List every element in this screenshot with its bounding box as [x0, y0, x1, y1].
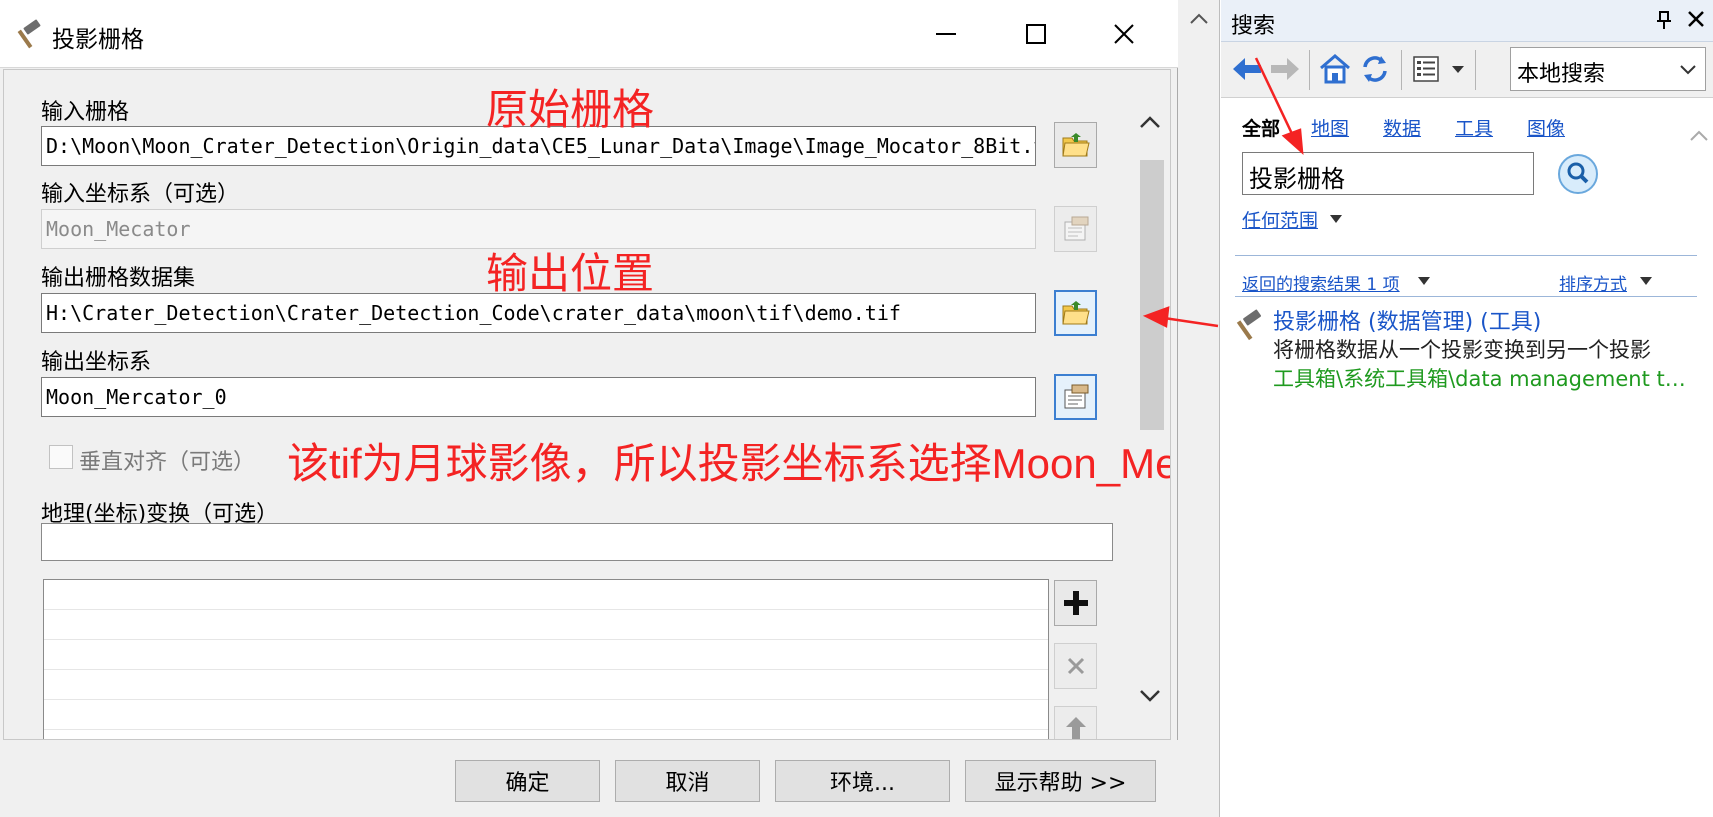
move-up-button: [1054, 706, 1097, 739]
search-icon[interactable]: [1556, 152, 1600, 196]
project-raster-dialog: 投影栅格 输入栅格 D:\Moon\Moon_Crater_Detection\…: [0, 0, 1178, 817]
toolbar-separator: [1309, 50, 1310, 90]
show-help-button[interactable]: 显示帮助 >>: [965, 760, 1156, 802]
output-raster-label: 输出栅格数据集: [41, 266, 196, 291]
chevron-up-icon[interactable]: [1188, 10, 1210, 28]
filter-tab-images[interactable]: 图像: [1527, 114, 1565, 141]
open-folder-icon: [1061, 133, 1090, 157]
filter-tab-tools[interactable]: 工具: [1455, 114, 1493, 141]
geo-transform-input[interactable]: [41, 523, 1113, 561]
search-titlebar: 搜索: [1221, 0, 1713, 42]
pin-icon[interactable]: [1654, 10, 1674, 30]
add-transform-button[interactable]: [1054, 580, 1097, 626]
annotation-output-location: 输出位置: [486, 250, 655, 297]
environments-button[interactable]: 环境...: [775, 760, 950, 802]
search-scope-value: 本地搜索: [1517, 62, 1606, 87]
chevron-up-icon[interactable]: [1688, 120, 1710, 150]
search-title: 搜索: [1231, 14, 1276, 39]
dialog-scrollbar[interactable]: [1134, 92, 1164, 732]
dialog-title: 投影栅格: [52, 27, 144, 53]
chevron-down-icon[interactable]: [1138, 686, 1162, 706]
dropdown-arrow-icon[interactable]: [1451, 64, 1465, 74]
divider: [1235, 296, 1697, 297]
remove-transform-button: [1054, 643, 1097, 689]
chevron-up-icon[interactable]: [1138, 112, 1162, 132]
chevron-down-icon: [1680, 65, 1696, 75]
search-scope-select[interactable]: 本地搜索: [1510, 47, 1706, 91]
result-description: 将栅格数据从一个投影变换到另一个投影: [1273, 338, 1651, 362]
browse-output-raster-button[interactable]: [1054, 290, 1097, 336]
extent-link[interactable]: 任何范围: [1242, 206, 1318, 233]
scrollbar-thumb[interactable]: [1140, 160, 1164, 430]
spatial-reference-icon: [1064, 216, 1088, 241]
geo-transform-list[interactable]: [43, 579, 1049, 739]
spatial-reference-icon: [1064, 384, 1088, 409]
dialog-parameters-panel: 输入栅格 D:\Moon\Moon_Crater_Detection\Origi…: [3, 69, 1171, 740]
close-button[interactable]: [1098, 14, 1150, 54]
vertical-label: 垂直对齐（可选）: [79, 450, 256, 475]
dialog-titlebar: 投影栅格: [0, 0, 1178, 68]
list-item: [44, 640, 1048, 670]
ok-button[interactable]: 确定: [455, 760, 600, 802]
input-cs-properties-button: [1054, 206, 1097, 252]
list-item: [44, 580, 1048, 610]
search-pane: 搜索 本地搜索 全部 地图 数据 工具 图像 投影栅格 任何范围 返回的搜索结果…: [1221, 0, 1713, 817]
results-count[interactable]: 返回的搜索结果 1 项: [1242, 270, 1400, 295]
back-arrow-icon[interactable]: [1229, 50, 1265, 88]
home-icon[interactable]: [1317, 50, 1353, 88]
browse-input-raster-button[interactable]: [1054, 122, 1097, 168]
result-path: 工具箱\系统工具箱\data management tools: [1273, 367, 1693, 391]
output-cs-properties-button[interactable]: [1054, 374, 1097, 420]
divider: [1235, 255, 1697, 256]
filter-tab-maps[interactable]: 地图: [1311, 114, 1349, 141]
toolbar-separator: [1475, 50, 1476, 90]
filter-tab-all[interactable]: 全部: [1242, 114, 1280, 141]
plus-icon: [1063, 591, 1088, 615]
refresh-icon[interactable]: [1357, 50, 1393, 88]
list-item: [44, 700, 1048, 730]
splitter: [1178, 0, 1220, 817]
dropdown-arrow-icon[interactable]: [1639, 276, 1653, 286]
search-toolbar: 本地搜索: [1221, 42, 1713, 98]
minimize-icon: [936, 33, 956, 35]
dropdown-arrow-icon[interactable]: [1417, 276, 1431, 286]
list-item: [44, 670, 1048, 700]
maximize-icon: [1026, 24, 1046, 44]
dropdown-arrow-icon[interactable]: [1329, 214, 1343, 224]
hammer-icon: [1236, 309, 1262, 341]
annotation-note: 该tif为月球影像，所以投影坐标系选择Moon_Mercator: [287, 440, 1170, 487]
maximize-button[interactable]: [1010, 14, 1062, 54]
output-cs-label: 输出坐标系: [41, 350, 152, 375]
arrow-up-icon: [1065, 717, 1086, 739]
delete-x-icon: [1067, 657, 1084, 675]
input-cs-label: 输入坐标系（可选）: [41, 182, 240, 207]
list-item: [44, 610, 1048, 640]
output-cs-field[interactable]: Moon_Mercator_0: [41, 377, 1036, 417]
close-icon: [1114, 24, 1134, 44]
dialog-button-bar: 确定 取消 环境... 显示帮助 >>: [0, 740, 1178, 817]
result-title-link[interactable]: 投影栅格 (数据管理) (工具): [1273, 304, 1541, 336]
search-input[interactable]: 投影栅格: [1242, 152, 1534, 195]
cancel-button[interactable]: 取消: [615, 760, 760, 802]
annotation-original-raster: 原始栅格: [486, 86, 655, 133]
input-raster-label: 输入栅格: [41, 100, 130, 125]
toolbar-separator: [1401, 50, 1402, 90]
open-folder-icon: [1061, 301, 1090, 325]
hammer-icon: [17, 19, 41, 49]
sort-link[interactable]: 排序方式: [1559, 270, 1627, 295]
minimize-button[interactable]: [920, 14, 972, 54]
close-icon[interactable]: [1685, 8, 1707, 30]
forward-arrow-icon[interactable]: [1267, 50, 1303, 88]
list-view-icon[interactable]: [1409, 50, 1445, 88]
filter-tab-data[interactable]: 数据: [1383, 114, 1421, 141]
vertical-checkbox: [49, 445, 73, 469]
